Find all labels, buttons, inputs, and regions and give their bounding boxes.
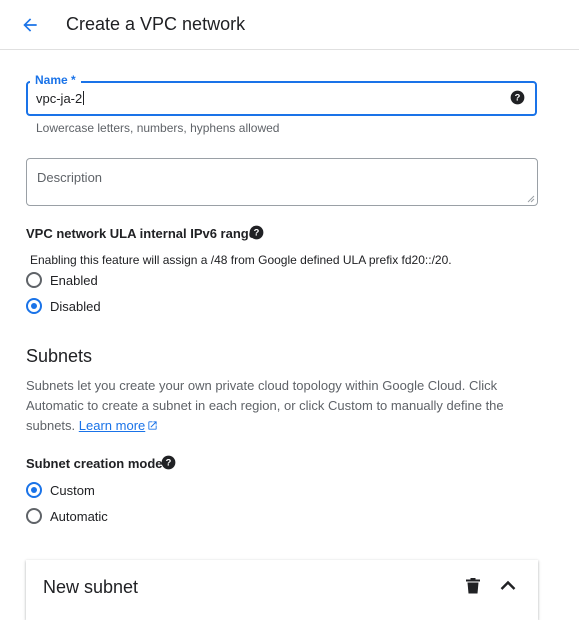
subnets-heading: Subnets <box>26 346 93 366</box>
ipv6-range-title: VPC network ULA internal IPv6 range <box>26 226 256 241</box>
learn-more-link[interactable]: Learn more <box>79 418 158 433</box>
name-label: Name * <box>30 73 81 87</box>
subnets-description: Subnets let you create your own private … <box>26 376 526 436</box>
page-title: Create a VPC network <box>66 14 246 34</box>
description-placeholder: Description <box>37 170 103 185</box>
delete-icon[interactable] <box>466 578 480 594</box>
radio-button-checked[interactable] <box>26 298 42 314</box>
page-header: Create a VPC network <box>0 0 579 50</box>
text-cursor <box>83 91 85 105</box>
name-hint: Lowercase letters, numbers, hyphens allo… <box>36 121 280 135</box>
svg-text:?: ? <box>254 228 260 238</box>
radio-label: Disabled <box>50 298 101 314</box>
svg-text:?: ? <box>515 93 521 103</box>
subnet-creation-mode-title: Subnet creation mode <box>26 456 163 471</box>
ipv6-disabled-option[interactable]: Disabled <box>26 297 101 315</box>
description-field[interactable]: Description <box>26 158 538 206</box>
radio-button-checked[interactable] <box>26 482 42 498</box>
subnet-mode-automatic-option[interactable]: Automatic <box>26 507 108 525</box>
learn-more-label[interactable]: Learn more <box>79 418 145 433</box>
radio-label: Custom <box>50 482 95 498</box>
name-value[interactable]: vpc-ja-2 <box>36 91 82 106</box>
ipv6-range-description: Enabling this feature will assign a /48 … <box>30 253 452 267</box>
new-subnet-title: New subnet <box>43 577 139 597</box>
radio-button[interactable] <box>26 272 42 288</box>
open-in-new-icon <box>148 421 157 430</box>
radio-label: Automatic <box>50 508 108 524</box>
subnet-mode-custom-option[interactable]: Custom <box>26 481 95 499</box>
name-field[interactable]: vpc-ja-2 ? <box>26 81 537 116</box>
chevron-up-icon[interactable] <box>500 579 516 591</box>
help-icon[interactable]: ? <box>510 90 525 105</box>
svg-text:?: ? <box>166 458 172 468</box>
new-subnet-card: New subnet <box>26 560 538 620</box>
arrow-back-icon[interactable] <box>20 15 40 35</box>
resize-grip-icon[interactable] <box>527 195 535 203</box>
name-input[interactable]: vpc-ja-2 <box>36 91 85 106</box>
radio-button[interactable] <box>26 508 42 524</box>
radio-label: Enabled <box>50 272 98 288</box>
ipv6-enabled-option[interactable]: Enabled <box>26 271 98 289</box>
help-icon[interactable]: ? <box>249 225 264 240</box>
help-icon[interactable]: ? <box>161 455 176 470</box>
